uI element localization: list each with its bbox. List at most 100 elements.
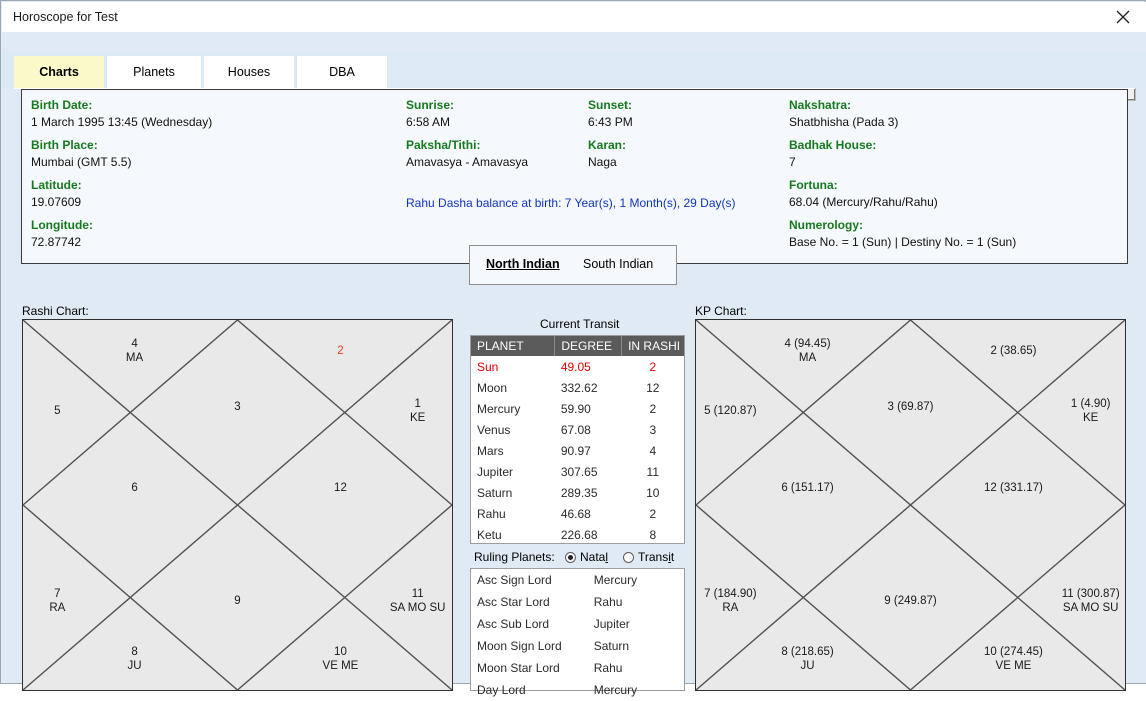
transit-cell-degree: 67.08: [560, 422, 591, 437]
kp-chart[interactable]: 1 (4.90) KE 2 (38.65) 3 (69.87) 4 (94.45) MA 5…: [695, 319, 1126, 691]
transit-cell-degree: 59.90: [560, 401, 591, 416]
sunset-value: 6:43 PM: [588, 115, 633, 129]
ruling-planets-title: Ruling Planets:: [474, 550, 555, 564]
tab-charts-label: Charts: [39, 65, 79, 79]
radio-transit-label: Transit: [638, 550, 675, 564]
transit-col-degree: DEGREE: [554, 336, 623, 356]
tab-houses-label: Houses: [227, 65, 271, 79]
transit-cell-degree: 226.68: [560, 527, 598, 542]
tab-dba-label: DBA: [329, 65, 355, 79]
kp-chart-lines: [696, 320, 1125, 690]
rashi-chart[interactable]: 1 KE 2 3 4 MA 5 6 7 RA 8 JU 9 10 VE ME 11 SA MO SU 12: [22, 319, 453, 691]
table-row[interactable]: Sun 49.05 2: [471, 356, 684, 377]
transit-col-in-rashi: IN RASHI: [621, 336, 684, 356]
ruling-planets-table[interactable]: Asc Sign Lord Mercury Asc Star Lord Rahu Asc…: [470, 568, 685, 697]
ruling-planet-key: Moon Star Lord: [477, 661, 560, 675]
latitude-value: 19.07609: [31, 195, 82, 209]
transit-col-planet: PLANET: [471, 336, 556, 356]
ruling-planets-radio-natal[interactable]: Natal: [565, 550, 608, 564]
table-row[interactable]: Saturn 289.35 10: [471, 482, 684, 503]
ruling-planet-value: Saturn: [593, 639, 630, 653]
transit-cell-planet: Mars: [477, 443, 504, 458]
chart-style-north-indian[interactable]: North Indian: [486, 257, 560, 271]
tab-houses[interactable]: Houses: [204, 56, 294, 88]
list-item[interactable]: Asc Star Lord Rahu: [471, 591, 684, 613]
transit-cell-degree: 332.62: [560, 380, 598, 395]
ruling-planets-radio-transit[interactable]: Transit: [623, 550, 674, 564]
longitude-value: 72.87742: [31, 235, 82, 249]
table-row[interactable]: Jupiter 307.65 11: [471, 461, 684, 482]
transit-table-body: Sun 49.05 2 Moon 332.62 12 Mercury 59.90 2 Venus 6…: [471, 356, 684, 545]
chart-style-selector: North Indian South Indian: [469, 245, 677, 285]
table-row[interactable]: Mercury 59.90 2: [471, 398, 684, 419]
karan-label: Karan:: [588, 138, 627, 152]
transit-cell-in-rashi: 2: [649, 401, 657, 416]
transit-cell-planet: Sun: [477, 359, 499, 374]
badhak-label: Badhak House:: [789, 138, 877, 152]
ruling-planet-key: Day Lord: [477, 683, 526, 697]
chart-style-south-indian[interactable]: South Indian: [583, 257, 653, 271]
longitude-label: Longitude:: [31, 218, 93, 232]
birth-info-panel: Birth Date: 1 March 1995 13:45 (Wednesda…: [21, 89, 1128, 285]
ruling-planet-value: Jupiter: [593, 617, 630, 631]
table-row[interactable]: Mars 90.97 4: [471, 440, 684, 461]
badhak-value: 7: [789, 155, 796, 169]
ruling-planet-key: Asc Sub Lord: [477, 617, 550, 631]
window-title: Horoscope for Test: [13, 10, 118, 24]
ruling-planet-value: Mercury: [593, 573, 638, 587]
table-row[interactable]: Ketu 226.68 8: [471, 524, 684, 545]
transit-cell-in-rashi: 2: [649, 359, 657, 374]
radio-selected-icon: [565, 551, 576, 563]
sunrise-value: 6:58 AM: [406, 115, 451, 129]
list-item[interactable]: Moon Sign Lord Saturn: [471, 635, 684, 657]
transit-cell-planet: Rahu: [477, 506, 506, 521]
radio-natal-label: Natal: [580, 550, 609, 564]
ruling-planet-key: Moon Sign Lord: [477, 639, 562, 653]
current-transit-table[interactable]: PLANET DEGREE IN RASHI Sun 49.05 2 Moon 332.…: [470, 335, 685, 544]
birth-date-value: 1 March 1995 13:45 (Wednesday): [31, 115, 213, 129]
ruling-planet-value: Rahu: [593, 661, 623, 675]
table-row[interactable]: Rahu 46.68 2: [471, 503, 684, 524]
list-item[interactable]: Asc Sign Lord Mercury: [471, 569, 684, 591]
transit-cell-planet: Saturn: [477, 485, 513, 500]
horoscope-window: Horoscope for Test Transit... Rotate... …: [0, 0, 1146, 697]
paksha-value: Amavasya - Amavasya: [406, 155, 529, 169]
tab-planets[interactable]: Planets: [107, 56, 201, 88]
ruling-planet-key: Asc Star Lord: [477, 595, 550, 609]
fortuna-label: Fortuna:: [789, 178, 838, 192]
ruling-planet-value: Mercury: [593, 683, 638, 697]
list-item[interactable]: Moon Star Lord Rahu: [471, 657, 684, 679]
birth-place-label: Birth Place:: [31, 138, 98, 152]
transit-cell-degree: 289.35: [560, 485, 598, 500]
birth-place-value: Mumbai (GMT 5.5): [31, 155, 132, 169]
numerology-value: Base No. = 1 (Sun) | Destiny No. = 1 (Su…: [789, 235, 1017, 249]
paksha-label: Paksha/Tithi:: [406, 138, 481, 152]
transit-cell-in-rashi: 11: [646, 464, 660, 479]
transit-cell-degree: 90.97: [560, 443, 591, 458]
table-row[interactable]: Moon 332.62 12: [471, 377, 684, 398]
transit-cell-degree: 46.68: [560, 506, 591, 521]
table-row[interactable]: Venus 67.08 3: [471, 419, 684, 440]
current-transit-caption: Current Transit: [540, 317, 620, 331]
close-icon[interactable]: [1100, 2, 1146, 32]
ruling-planet-value: Rahu: [593, 595, 623, 609]
transit-cell-planet: Jupiter: [477, 464, 514, 479]
transit-cell-planet: Ketu: [477, 527, 502, 542]
transit-cell-in-rashi: 4: [649, 443, 657, 458]
list-item[interactable]: Day Lord Mercury: [471, 679, 684, 701]
tab-planets-label: Planets: [133, 65, 175, 79]
tab-dba[interactable]: DBA: [297, 56, 387, 88]
rashi-chart-caption: Rashi Chart:: [22, 304, 89, 318]
list-item[interactable]: Asc Sub Lord Jupiter: [471, 613, 684, 635]
client-area: Transit... Rotate... Charts Planets Hous…: [2, 32, 1146, 697]
numerology-label: Numerology:: [789, 218, 864, 232]
rashi-chart-lines: [23, 320, 452, 690]
transit-cell-planet: Mercury: [477, 401, 521, 416]
latitude-label: Latitude:: [31, 178, 82, 192]
transit-cell-in-rashi: 10: [646, 485, 660, 500]
transit-cell-in-rashi: 8: [649, 527, 657, 542]
tab-charts[interactable]: Charts: [14, 56, 104, 88]
radio-unselected-icon: [623, 551, 634, 563]
ruling-planets-header: Ruling Planets: Natal Transit: [470, 550, 685, 568]
dasha-balance-text: Rahu Dasha balance at birth: 7 Year(s), …: [406, 196, 736, 210]
